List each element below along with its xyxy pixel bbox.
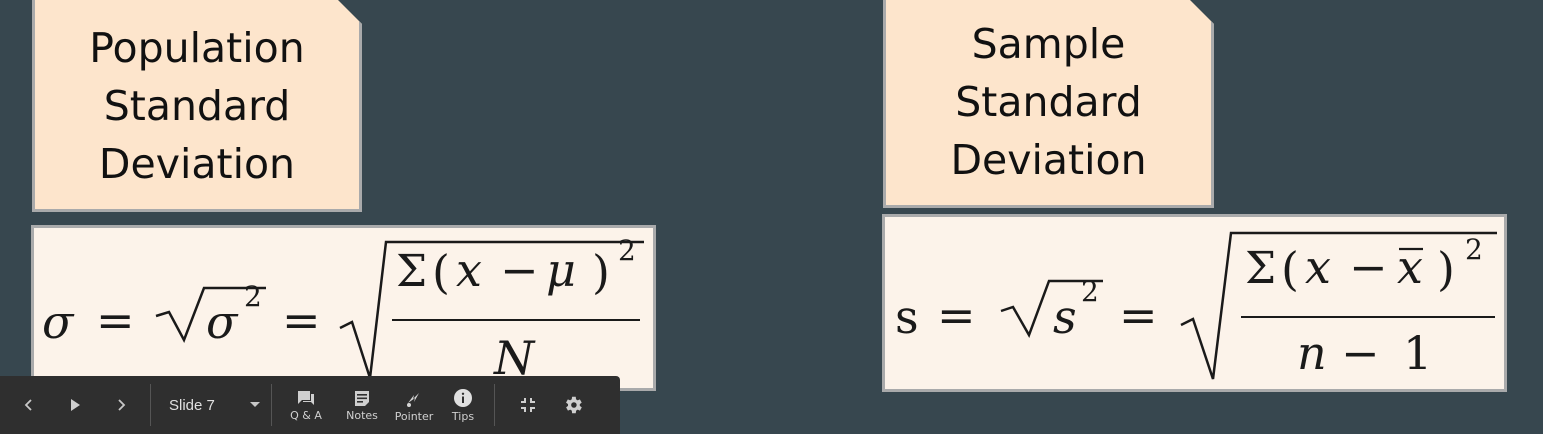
minus-sign: − [1341,326,1380,380]
sample-formula-box: s = s 2 = Σ ( x − x ) 2 n − 1 [882,214,1507,392]
s-symbol: s [1053,290,1077,344]
tips-button[interactable]: Tips [440,388,486,423]
slide-canvas: Population Standard Deviation Sample Sta… [0,0,1543,434]
gear-icon [566,396,582,414]
population-formula: σ = σ 2 = Σ ( x − μ ) 2 N [42,234,644,385]
sample-formula: s = s 2 = Σ ( x − x ) 2 n − 1 [895,231,1497,380]
variable-n: n [1297,326,1327,380]
previous-button[interactable] [6,397,52,413]
info-icon [454,388,472,407]
exponent: 2 [244,280,262,313]
close-paren: ) [592,245,610,299]
x-bar: x [1397,240,1423,294]
equals-sign: = [937,288,976,342]
qa-button[interactable]: Q & A [276,389,336,422]
title-line: Deviation [950,136,1147,184]
play-button[interactable] [52,397,98,413]
tips-label: Tips [451,409,475,423]
slide-selector-label: Slide 7 [169,396,215,414]
chevron-left-icon [24,399,32,411]
laser-pointer-icon [407,392,419,407]
title-line: Sample [971,20,1126,68]
variable-x: x [1305,240,1331,294]
population-formula-box: σ = σ 2 = Σ ( x − μ ) 2 N [31,225,656,391]
pointer-button[interactable]: Pointer [388,388,440,423]
title-line: Population [89,24,305,72]
title-line: Standard [955,78,1142,126]
caret-down-icon [250,402,260,407]
chat-icon [298,390,314,405]
qa-label: Q & A [290,408,322,422]
exponent: 2 [618,234,636,267]
title-line: Deviation [98,140,296,188]
sample-title-card: Sample Standard Deviation [883,0,1214,208]
toolbar-divider [271,384,272,426]
equals-sign: = [282,293,321,347]
pointer-label: Pointer [394,409,434,423]
s-symbol: s [895,290,919,344]
title-line: Standard [103,82,291,130]
notes-button[interactable]: Notes [336,389,388,422]
equals-sign: = [1119,288,1158,342]
population-title-card: Population Standard Deviation [32,0,362,212]
exponent: 2 [1081,275,1099,308]
equals-sign: = [96,293,135,347]
open-paren: ( [432,245,450,299]
population-title: Population Standard Deviation [89,13,304,193]
sum-symbol: Σ [1245,243,1276,294]
minus-sign: − [500,243,539,297]
minus-sign: − [1349,240,1388,294]
variable-x: x [456,243,482,297]
exit-fullscreen-button[interactable] [503,396,553,414]
sigma-symbol: σ [206,295,239,349]
mu-symbol: μ [546,243,576,297]
play-icon [71,399,80,411]
sigma-symbol: σ [42,295,75,349]
notes-icon [355,390,369,406]
toolbar-divider [150,384,151,426]
settings-button[interactable] [553,394,593,416]
slide-selector[interactable]: Slide 7 [165,385,261,425]
sample-title: Sample Standard Deviation [950,13,1146,189]
open-paren: ( [1281,242,1299,296]
presenter-toolbar: Slide 7 Q & A Notes Pointer Tips [0,376,620,434]
number-one: 1 [1403,326,1432,380]
next-button[interactable] [98,397,144,413]
exit-fullscreen-icon [521,398,535,412]
toolbar-divider [494,384,495,426]
exponent: 2 [1465,233,1483,266]
notes-label: Notes [346,408,378,422]
chevron-right-icon [118,399,126,411]
close-paren: ) [1437,242,1455,296]
sum-symbol: Σ [396,246,427,297]
